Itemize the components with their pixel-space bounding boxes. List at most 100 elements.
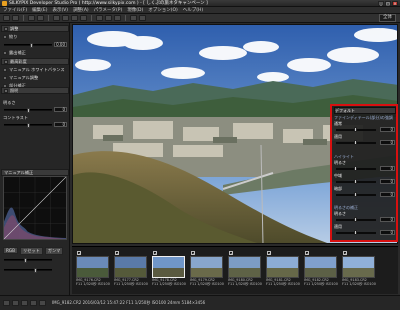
select-checkbox[interactable]: ✓	[115, 251, 119, 256]
slider-knob[interactable]	[354, 140, 357, 145]
brightness-apply-value[interactable]: 0	[380, 230, 395, 235]
thumbnail[interactable]: ✓ IMG_9177.CR2 F11 1/250秒 ISO100	[114, 251, 148, 287]
slider-knob[interactable]	[354, 230, 357, 235]
slider-knob[interactable]	[27, 108, 30, 113]
spot-icon[interactable]	[80, 15, 87, 21]
rotate-right-icon[interactable]	[62, 15, 69, 21]
preset-select[interactable]: デフォルト	[334, 107, 396, 114]
undo-icon[interactable]	[28, 15, 35, 21]
single-view-icon[interactable]	[96, 15, 103, 21]
fine-detail-normal-slider[interactable]	[336, 127, 376, 132]
slider-knob[interactable]	[354, 192, 357, 197]
minimize-button[interactable]: _	[378, 1, 384, 6]
develop-icon[interactable]	[130, 15, 137, 21]
brightness-apply-slider[interactable]	[336, 230, 376, 235]
open-folder-icon[interactable]	[3, 15, 10, 21]
exif-icon[interactable]	[39, 300, 46, 306]
thumbnail-image[interactable]	[266, 256, 299, 278]
highlight-dark-value[interactable]: 0	[380, 192, 395, 197]
slider-knob[interactable]	[27, 123, 30, 128]
select-checkbox[interactable]: ✓	[305, 251, 309, 256]
menu-view[interactable]: 表示(V)	[52, 7, 68, 13]
brightness-value[interactable]: 0	[54, 107, 67, 112]
next-image-icon[interactable]	[12, 300, 19, 306]
select-checkbox[interactable]: ✓	[267, 251, 271, 256]
panel-row-wb[interactable]: マニュアル ホワイトバランス	[1, 66, 69, 73]
section-header-fine-detail[interactable]: ファインディテール(部分)の強調	[334, 115, 396, 120]
slider-knob[interactable]	[34, 268, 37, 273]
thumbnail-image[interactable]	[304, 256, 337, 278]
thumbnail-image[interactable]	[152, 256, 185, 278]
highlight-dark-slider[interactable]	[336, 192, 376, 197]
curve-slider[interactable]	[4, 268, 52, 273]
menu-edit[interactable]: 編集(E)	[32, 7, 47, 13]
panel-row-lighting[interactable]: 照明	[1, 87, 69, 94]
zoom-select[interactable]: 全体	[379, 14, 396, 22]
close-button[interactable]: ×	[392, 1, 398, 6]
tone-curve-graph[interactable]	[3, 176, 67, 240]
thumbnail-image[interactable]	[342, 256, 375, 278]
histogram-icon[interactable]	[30, 300, 37, 306]
panel-row-exposure[interactable]: 露出補正	[1, 49, 69, 56]
highlight-brightness-slider[interactable]	[336, 166, 376, 171]
thumbnail[interactable]: ✓ IMG_9183.CR2 F11 1/320秒 ISO100	[342, 251, 376, 287]
slider-knob[interactable]	[24, 258, 27, 263]
section-header-highlight[interactable]: ハイライト	[334, 154, 396, 159]
panel-row-aperture[interactable]: 絞り	[1, 33, 69, 40]
thumbnail[interactable]: ✓ IMG_9180.CR2 F11 1/320秒 ISO100	[228, 251, 262, 287]
panel-section-adjust[interactable]: 調整	[1, 25, 69, 32]
slider-knob[interactable]	[354, 179, 357, 184]
thumbnail[interactable]: ✓ IMG_9179.CR2 F11 1/320秒 ISO100	[190, 251, 224, 287]
slider-knob[interactable]	[30, 43, 33, 48]
fine-detail-apply-slider[interactable]	[336, 140, 376, 145]
thumbnail-image[interactable]	[76, 256, 109, 278]
select-checkbox[interactable]: ✓	[343, 251, 347, 256]
select-checkbox[interactable]: ✓	[77, 251, 81, 256]
redo-icon[interactable]	[37, 15, 44, 21]
fine-detail-normal-value[interactable]: 0	[380, 127, 395, 132]
brightness-slider[interactable]	[4, 108, 52, 113]
maximize-button[interactable]: □	[385, 1, 391, 6]
compare-view-icon[interactable]	[114, 15, 121, 21]
info-icon[interactable]	[21, 300, 28, 306]
thumbnail-image[interactable]	[228, 256, 261, 278]
brightness-fix-slider[interactable]	[336, 217, 376, 222]
menu-develop[interactable]: 現像(D)	[127, 7, 143, 13]
panel-row-manual[interactable]: マニュアル調整	[1, 74, 69, 81]
batch-develop-icon[interactable]	[139, 15, 146, 21]
thumbnail-image[interactable]	[190, 256, 223, 278]
gamma-button[interactable]: ガンマ	[44, 246, 64, 255]
thumbnail[interactable]: ✓ IMG_9182.CR2 F11 1/250秒 ISO100	[304, 251, 338, 287]
thumbnail-image[interactable]	[114, 256, 147, 278]
section-header-brightness[interactable]: 明るさの補正	[334, 205, 396, 210]
aperture-value[interactable]: 0.00	[54, 42, 67, 47]
thumbnail-selected[interactable]: ✓ IMG_9178.CR2 F11 1/250秒 ISO100	[152, 251, 186, 287]
select-checkbox[interactable]: ✓	[153, 251, 157, 256]
fine-detail-apply-value[interactable]: 0	[380, 140, 395, 145]
thumbnail[interactable]: ✓ IMG_9176.CR2 F11 1/320秒 ISO100	[76, 251, 110, 287]
curve-header[interactable]: マニュアル補正	[1, 169, 69, 176]
brightness-fix-value[interactable]: 0	[380, 217, 395, 222]
highlight-mid-value[interactable]: 0	[380, 179, 395, 184]
slider-knob[interactable]	[354, 127, 357, 132]
menu-option[interactable]: オプション(O)	[148, 7, 178, 13]
menu-help[interactable]: ヘルプ(H)	[183, 7, 203, 13]
highlight-brightness-value[interactable]: 0	[380, 166, 395, 171]
reset-button[interactable]: リセット	[20, 246, 43, 255]
slider-knob[interactable]	[354, 217, 357, 222]
contrast-value[interactable]: 0	[54, 122, 67, 127]
crop-icon[interactable]	[71, 15, 78, 21]
grid-view-icon[interactable]	[105, 15, 112, 21]
aperture-slider[interactable]	[4, 43, 52, 48]
gamma-slider[interactable]	[4, 258, 52, 263]
save-icon[interactable]	[12, 15, 19, 21]
slider-knob[interactable]	[354, 166, 357, 171]
menu-parameter[interactable]: パラメータ(P)	[94, 7, 123, 13]
menu-adjust[interactable]: 調整(A)	[73, 7, 89, 13]
highlight-mid-slider[interactable]	[336, 179, 376, 184]
prev-image-icon[interactable]	[3, 300, 10, 306]
rgb-button[interactable]: RGB	[3, 247, 19, 254]
menu-file[interactable]: ファイル(F)	[3, 7, 27, 13]
contrast-slider[interactable]	[4, 123, 52, 128]
rotate-left-icon[interactable]	[53, 15, 60, 21]
